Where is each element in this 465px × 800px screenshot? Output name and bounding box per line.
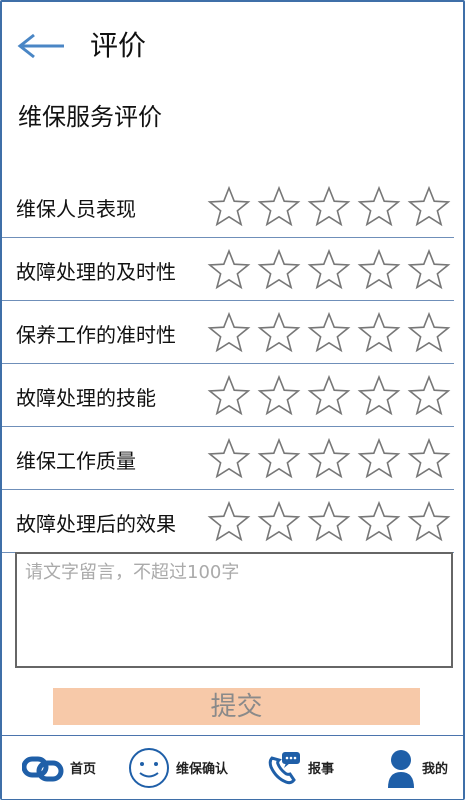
star-icon[interactable]: [307, 437, 357, 481]
star-rating: [207, 185, 457, 229]
rating-label: 维保工作质量: [16, 449, 136, 473]
smiley-icon: [128, 747, 170, 789]
star-icon[interactable]: [307, 374, 357, 418]
star-icon[interactable]: [357, 437, 407, 481]
star-icon[interactable]: [307, 500, 357, 544]
rating-list: 维保人员表现 故障处理的及时性 保养工作的准时性 故障处理的技能 维保工作质量 …: [2, 175, 454, 553]
rating-label: 故障处理的及时性: [16, 260, 176, 284]
rating-row: 保养工作的准时性: [2, 301, 454, 364]
star-icon[interactable]: [307, 311, 357, 355]
star-icon[interactable]: [257, 185, 307, 229]
star-icon[interactable]: [407, 248, 457, 292]
star-icon[interactable]: [307, 185, 357, 229]
star-icon[interactable]: [207, 311, 257, 355]
star-icon[interactable]: [407, 500, 457, 544]
star-icon[interactable]: [357, 248, 407, 292]
tab-report[interactable]: 报事: [266, 736, 334, 799]
bottom-tab-bar: 首页 维保确认 报事 我的: [2, 735, 463, 799]
star-rating: [207, 500, 457, 544]
submit-button[interactable]: 提交: [53, 688, 420, 725]
star-icon[interactable]: [207, 374, 257, 418]
rating-label: 维保人员表现: [16, 197, 136, 221]
star-icon[interactable]: [407, 185, 457, 229]
rating-row: 维保工作质量: [2, 427, 454, 490]
star-icon[interactable]: [207, 437, 257, 481]
tab-maintenance-confirm[interactable]: 维保确认: [128, 736, 228, 799]
star-icon[interactable]: [407, 437, 457, 481]
rating-label: 故障处理的技能: [16, 386, 156, 410]
rating-row: 故障处理的技能: [2, 364, 454, 427]
star-icon[interactable]: [357, 185, 407, 229]
star-icon[interactable]: [257, 500, 307, 544]
header: 评价: [2, 2, 463, 94]
section-title: 维保服务评价: [18, 103, 162, 131]
home-link-icon: [22, 751, 64, 785]
star-icon[interactable]: [207, 248, 257, 292]
phone-message-icon: [266, 750, 302, 786]
star-icon[interactable]: [357, 500, 407, 544]
star-icon[interactable]: [207, 185, 257, 229]
user-icon: [386, 748, 416, 788]
rating-row: 故障处理后的效果: [2, 490, 454, 553]
star-rating: [207, 311, 457, 355]
page-title: 评价: [90, 29, 147, 62]
tab-label: 维保确认: [176, 762, 229, 777]
rating-label: 故障处理后的效果: [16, 512, 176, 536]
comment-input[interactable]: [15, 552, 453, 668]
star-rating: [207, 248, 457, 292]
star-icon[interactable]: [207, 500, 257, 544]
star-icon[interactable]: [357, 311, 407, 355]
star-icon[interactable]: [307, 248, 357, 292]
rating-row: 故障处理的及时性: [2, 238, 454, 301]
star-icon[interactable]: [357, 374, 407, 418]
rating-row: 维保人员表现: [2, 175, 454, 238]
tab-label: 报事: [308, 762, 335, 777]
app-frame: 评价 维保服务评价 维保人员表现 故障处理的及时性 保养工作的准时性 故障处理的…: [0, 0, 465, 800]
star-icon[interactable]: [257, 374, 307, 418]
star-rating: [207, 374, 457, 418]
back-arrow-icon[interactable]: [16, 32, 66, 60]
star-icon[interactable]: [407, 374, 457, 418]
star-icon[interactable]: [257, 437, 307, 481]
star-icon[interactable]: [407, 311, 457, 355]
tab-mine[interactable]: 我的: [386, 736, 448, 799]
tab-home[interactable]: 首页: [22, 736, 96, 799]
tab-label: 我的: [422, 762, 449, 777]
star-icon[interactable]: [257, 248, 307, 292]
star-rating: [207, 437, 457, 481]
rating-label: 保养工作的准时性: [16, 323, 176, 347]
star-icon[interactable]: [257, 311, 307, 355]
tab-label: 首页: [70, 762, 97, 777]
